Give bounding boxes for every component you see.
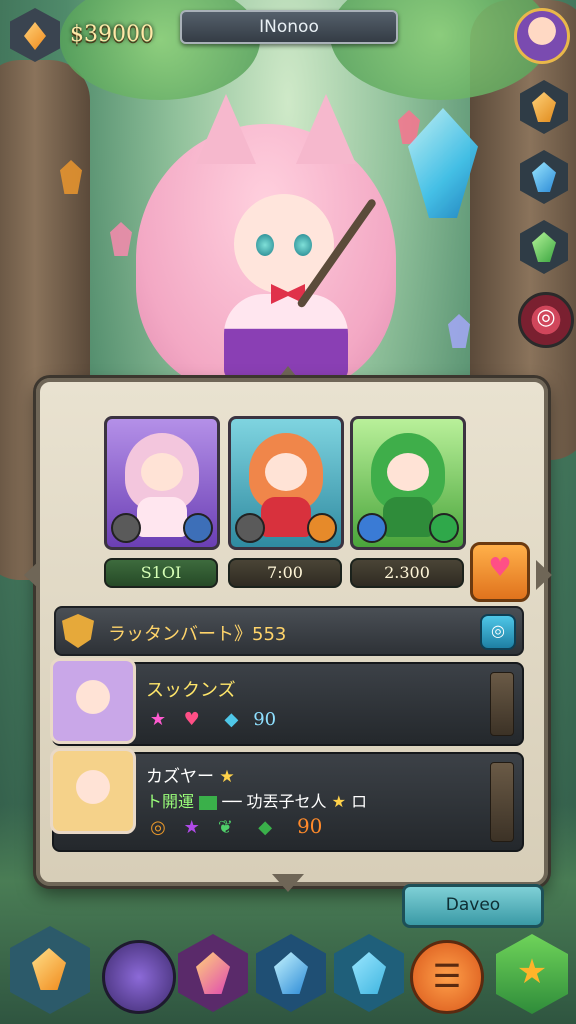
gear-icon: [235, 513, 265, 543]
quest-reward-amount: 90: [296, 814, 323, 838]
chibi-face: [387, 453, 429, 491]
quest-scrollbar[interactable]: [490, 672, 514, 736]
gear-icon: [111, 513, 141, 543]
nav-star-button[interactable]: ★: [496, 934, 568, 1014]
star-icon: [429, 513, 459, 543]
quest-title: カズヤー: [146, 767, 214, 787]
quest-rewards: ◎ ★ ❦ ◆ 90: [146, 814, 322, 840]
quest-reward-amount: 90: [253, 709, 277, 730]
hamburger-icon: ☰: [432, 957, 462, 995]
nav-purple-egg-button[interactable]: [102, 940, 176, 1014]
leaf-icon: ❦: [217, 817, 234, 838]
star-icon: ★: [516, 952, 548, 992]
nav-menu-button[interactable]: ☰: [410, 940, 484, 1014]
heart-icon: ♥: [488, 553, 512, 583]
star-icon: ★: [331, 792, 346, 811]
quest-subtitle: ト開運: [146, 792, 195, 811]
quest-rewards: ★ ♥ ◆ 90: [146, 708, 276, 732]
player-name-plate[interactable]: INonoo: [180, 10, 398, 44]
quest-row-2[interactable]: カズヤー ★ ト開運 ── 功丟子セ人 ★ ロ ◎ ★ ❦ ◆ 90: [50, 748, 524, 852]
rank-shield-icon: [62, 614, 94, 648]
quest-scrollbar[interactable]: [490, 762, 514, 842]
gem-icon: ◆: [258, 817, 273, 838]
favorite-button[interactable]: ♥: [470, 542, 530, 602]
green-gem-icon: [532, 232, 556, 262]
floating-crystal: [448, 314, 470, 348]
hero-outfit: [224, 294, 348, 380]
hero-eye: [294, 234, 312, 256]
checkbox-icon: [199, 795, 218, 810]
quest-subtitle-line: ト開運 ── 功丟子セ人 ★ ロ: [146, 788, 367, 812]
water-drop-icon: [183, 513, 213, 543]
top-bar: $39000 INonoo: [0, 0, 576, 72]
star-icon: ★: [219, 767, 235, 787]
character-card-green[interactable]: [350, 416, 466, 550]
heart-icon: ♥: [183, 709, 200, 730]
character-card-pink[interactable]: [104, 416, 220, 550]
chibi-outfit: [137, 497, 187, 537]
chibi-face: [265, 453, 307, 491]
quest-subtitle-end: ロ: [351, 792, 368, 811]
chest-icon: [532, 92, 556, 122]
compass-icon: ◎: [536, 305, 556, 330]
hero-eye: [256, 234, 274, 256]
diamond-icon: ◆: [224, 709, 239, 730]
nav-cyan-gem-button[interactable]: [334, 934, 404, 1012]
quest-row-1[interactable]: スックンズ ★ ♥ ◆ 90: [50, 658, 524, 746]
chibi-outfit: [383, 497, 433, 537]
nav-blue-gem-button[interactable]: [256, 934, 326, 1012]
character-stat-3: 2.300: [350, 558, 464, 588]
nav-orange-gem-button[interactable]: [10, 926, 90, 1014]
side-menu-compass-button[interactable]: ◎: [518, 292, 574, 348]
blue-gem-icon: [532, 162, 556, 192]
shield-icon: [357, 513, 387, 543]
quest-subtitle-tail: ── 功丟子セ人: [222, 792, 327, 811]
currency-amount: $39000: [70, 22, 154, 47]
quest-title-line: カズヤー ★: [146, 762, 235, 787]
quest-portrait: [50, 748, 136, 834]
rank-label: ラッタンバート》553: [108, 624, 287, 645]
quest-portrait: [50, 658, 136, 744]
coin-icon: ◎: [150, 817, 166, 838]
player-avatar[interactable]: [514, 8, 570, 64]
star-icon: ★: [149, 709, 167, 730]
nav-pink-gem-button[interactable]: [178, 934, 248, 1012]
quest-title: スックンズ: [146, 680, 236, 701]
character-stat-1: S1OI: [104, 558, 218, 588]
character-stat-2: 7:00: [228, 558, 342, 588]
chibi-face: [141, 453, 183, 491]
character-card-orange[interactable]: [228, 416, 344, 550]
chibi-outfit: [261, 497, 311, 537]
fire-icon: [307, 513, 337, 543]
hero-character: [96, 84, 436, 394]
world-icon[interactable]: ◎: [480, 614, 516, 650]
hero-ear-right: [296, 94, 356, 164]
currency-gem-icon[interactable]: [10, 8, 60, 62]
star-icon: ★: [183, 817, 200, 838]
rank-bar[interactable]: ラッタンバート》553 ◎: [54, 606, 524, 656]
